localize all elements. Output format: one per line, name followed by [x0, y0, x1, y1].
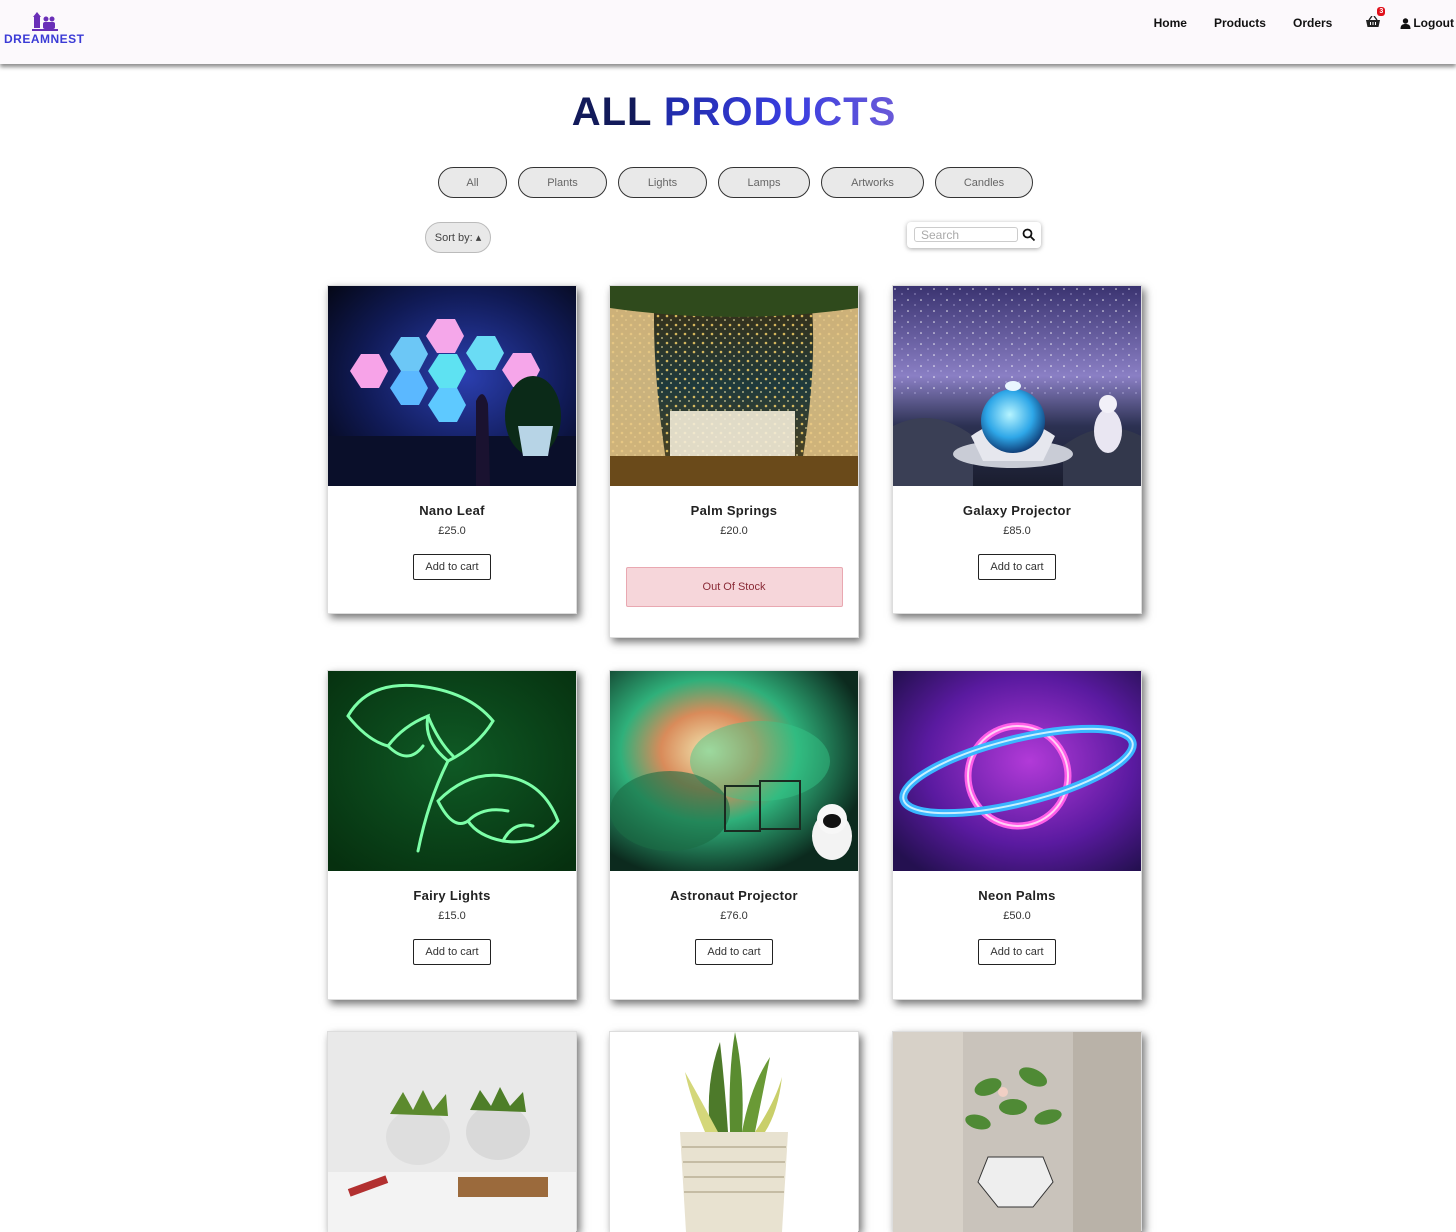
add-to-cart-button[interactable]: Add to cart: [413, 939, 491, 965]
basket-icon: [1366, 15, 1381, 27]
product-card: Galaxy Projector £85.0 Add to cart: [892, 285, 1142, 614]
product-card: [609, 1031, 859, 1232]
search-icon[interactable]: [1022, 228, 1036, 242]
out-of-stock-notice: Out Of Stock: [625, 567, 843, 607]
product-card: Fairy Lights £15.0 Add to cart: [327, 670, 577, 1000]
user-icon: [1400, 17, 1411, 29]
navbar: DREAMNEST Home Products Orders 3 Logout: [0, 0, 1456, 64]
product-name: Fairy Lights: [413, 888, 491, 903]
product-card: Astronaut Projector £76.0 Add to cart: [609, 670, 859, 1000]
filter-artworks[interactable]: Artworks: [821, 167, 924, 198]
search-input[interactable]: [914, 227, 1018, 242]
product-image-nano-leaf[interactable]: [328, 286, 576, 486]
product-name: Galaxy Projector: [962, 503, 1072, 518]
add-to-cart-button[interactable]: Add to cart: [413, 554, 491, 580]
product-image-head-planters[interactable]: [328, 1032, 576, 1232]
product-price: £25.0: [438, 525, 466, 537]
product-image-snake-plant[interactable]: [610, 1032, 858, 1232]
page-title-part-2: PRODUCTS: [663, 90, 897, 134]
add-to-cart-button[interactable]: Add to cart: [978, 939, 1056, 965]
product-card: Nano Leaf £25.0 Add to cart: [327, 285, 577, 614]
nav-orders[interactable]: Orders: [1293, 16, 1332, 30]
product-price: £15.0: [438, 910, 466, 922]
product-price: £20.0: [720, 525, 748, 537]
logout-button[interactable]: Logout: [1400, 16, 1454, 30]
product-card: [327, 1031, 577, 1232]
product-name: Neon Palms: [978, 888, 1056, 903]
product-image-fairy-lights[interactable]: [328, 671, 576, 871]
page-title: ALL PRODUCTS: [0, 90, 1456, 135]
sort-dropdown[interactable]: Sort by: ▴: [425, 222, 491, 253]
category-filters: All Plants Lights Lamps Artworks Candles: [438, 167, 1044, 198]
nav-links: Home Products Orders 3 Logout: [1127, 0, 1456, 46]
product-image-palm-springs[interactable]: [610, 286, 858, 486]
filter-lights[interactable]: Lights: [618, 167, 707, 198]
page-title-part-1: ALL: [571, 90, 652, 134]
product-name: Astronaut Projector: [670, 888, 798, 903]
house-family-icon: [32, 12, 58, 31]
product-name: Nano Leaf: [419, 503, 485, 518]
brand-logo[interactable]: DREAMNEST: [4, 10, 84, 50]
brand-name: DREAMNEST: [4, 32, 85, 46]
search-box: [907, 222, 1041, 248]
product-price: £85.0: [1003, 525, 1031, 537]
add-to-cart-button[interactable]: Add to cart: [978, 554, 1056, 580]
product-price: £76.0: [720, 910, 748, 922]
filter-lamps[interactable]: Lamps: [718, 167, 810, 198]
logout-label: Logout: [1413, 16, 1454, 30]
product-image-galaxy-projector[interactable]: [893, 286, 1141, 486]
nav-home[interactable]: Home: [1154, 16, 1187, 30]
product-card: Neon Palms £50.0 Add to cart: [892, 670, 1142, 1000]
filter-plants[interactable]: Plants: [518, 167, 607, 198]
nav-products[interactable]: Products: [1214, 16, 1266, 30]
filter-candles[interactable]: Candles: [935, 167, 1033, 198]
product-image-geometric-planter[interactable]: [893, 1032, 1141, 1232]
product-card: [892, 1031, 1142, 1232]
cart-button[interactable]: 3: [1366, 7, 1386, 31]
product-image-astronaut-projector[interactable]: [610, 671, 858, 871]
cart-count-badge: 3: [1377, 7, 1386, 16]
product-card: Palm Springs £20.0 Out Of Stock: [609, 285, 859, 638]
product-price: £50.0: [1003, 910, 1031, 922]
product-image-neon-palms[interactable]: [893, 671, 1141, 871]
add-to-cart-button[interactable]: Add to cart: [695, 939, 773, 965]
filter-all[interactable]: All: [438, 167, 507, 198]
product-name: Palm Springs: [690, 503, 778, 518]
